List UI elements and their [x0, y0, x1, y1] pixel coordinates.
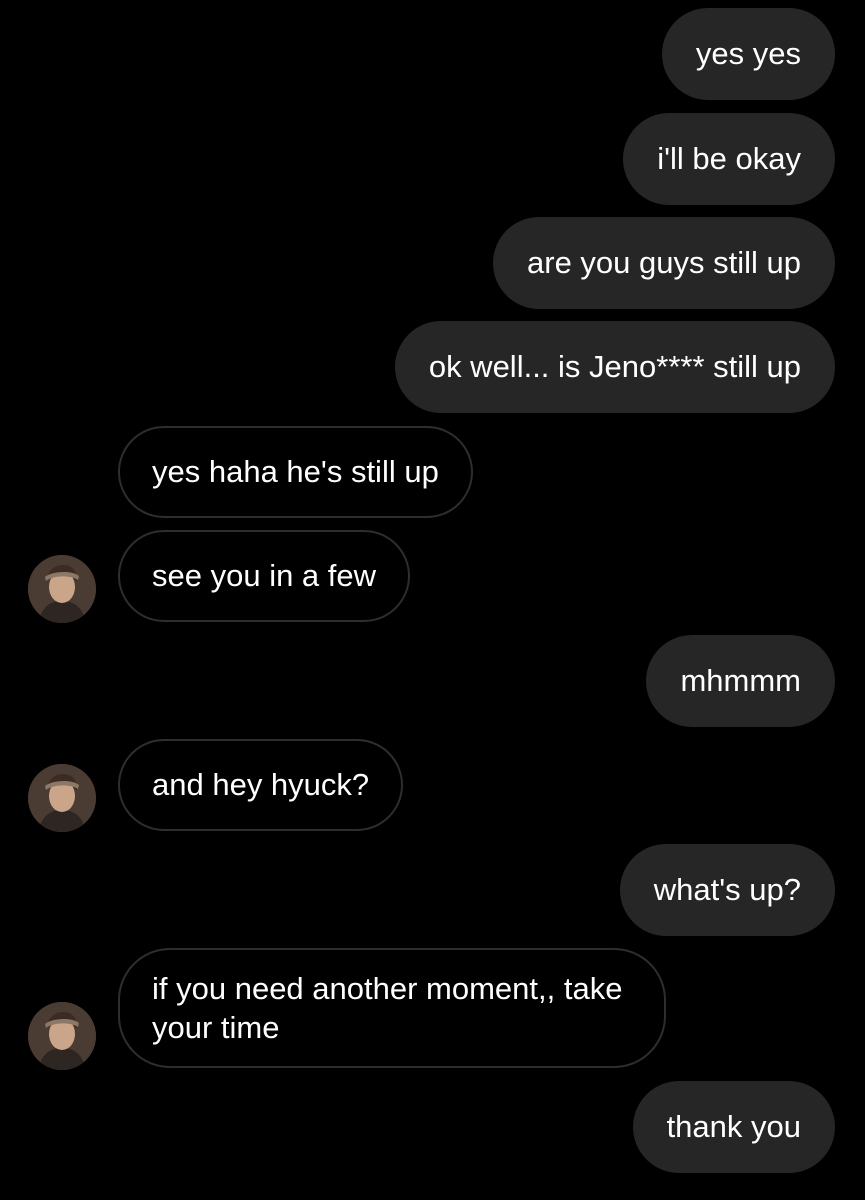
profile-photo-icon[interactable] [28, 1002, 96, 1070]
avatar-portrait-icon [28, 764, 96, 832]
avatar-portrait-icon [28, 555, 96, 623]
message-sent[interactable]: ok well... is Jeno**** still up [394, 321, 835, 413]
avatar-portrait-icon [28, 1002, 96, 1070]
message-text: yes yes [695, 36, 801, 71]
message-text: thank you [666, 1109, 801, 1144]
message-text: and hey hyuck? [152, 767, 370, 802]
message-text: see you in a few [152, 558, 377, 593]
message-text: what's up? [653, 872, 801, 907]
profile-photo-icon[interactable] [28, 764, 96, 832]
message-text: mhmmm [680, 663, 801, 698]
message-text: are you guys still up [527, 245, 801, 280]
message-sent[interactable]: mhmmm [646, 635, 835, 727]
message-received[interactable]: if you need another moment,, take your t… [118, 948, 666, 1068]
message-text: yes haha he's still up [152, 454, 439, 489]
message-sent[interactable]: are you guys still up [493, 217, 835, 309]
message-sent[interactable]: thank you [632, 1081, 835, 1173]
message-received[interactable]: see you in a few [118, 530, 411, 622]
message-received[interactable]: and hey hyuck? [118, 739, 404, 831]
message-sent[interactable]: i'll be okay [623, 113, 835, 205]
message-text: ok well... is Jeno**** still up [428, 349, 801, 384]
message-text: if you need another moment,, take your t… [152, 971, 623, 1045]
message-sent[interactable]: what's up? [619, 844, 835, 936]
message-text: i'll be okay [657, 141, 801, 176]
message-received[interactable]: yes haha he's still up [118, 426, 473, 518]
message-sent[interactable]: yes yes [661, 8, 835, 100]
profile-photo-icon[interactable] [28, 555, 96, 623]
message-thread: yes yes i'll be okay are you guys still … [0, 0, 865, 1200]
